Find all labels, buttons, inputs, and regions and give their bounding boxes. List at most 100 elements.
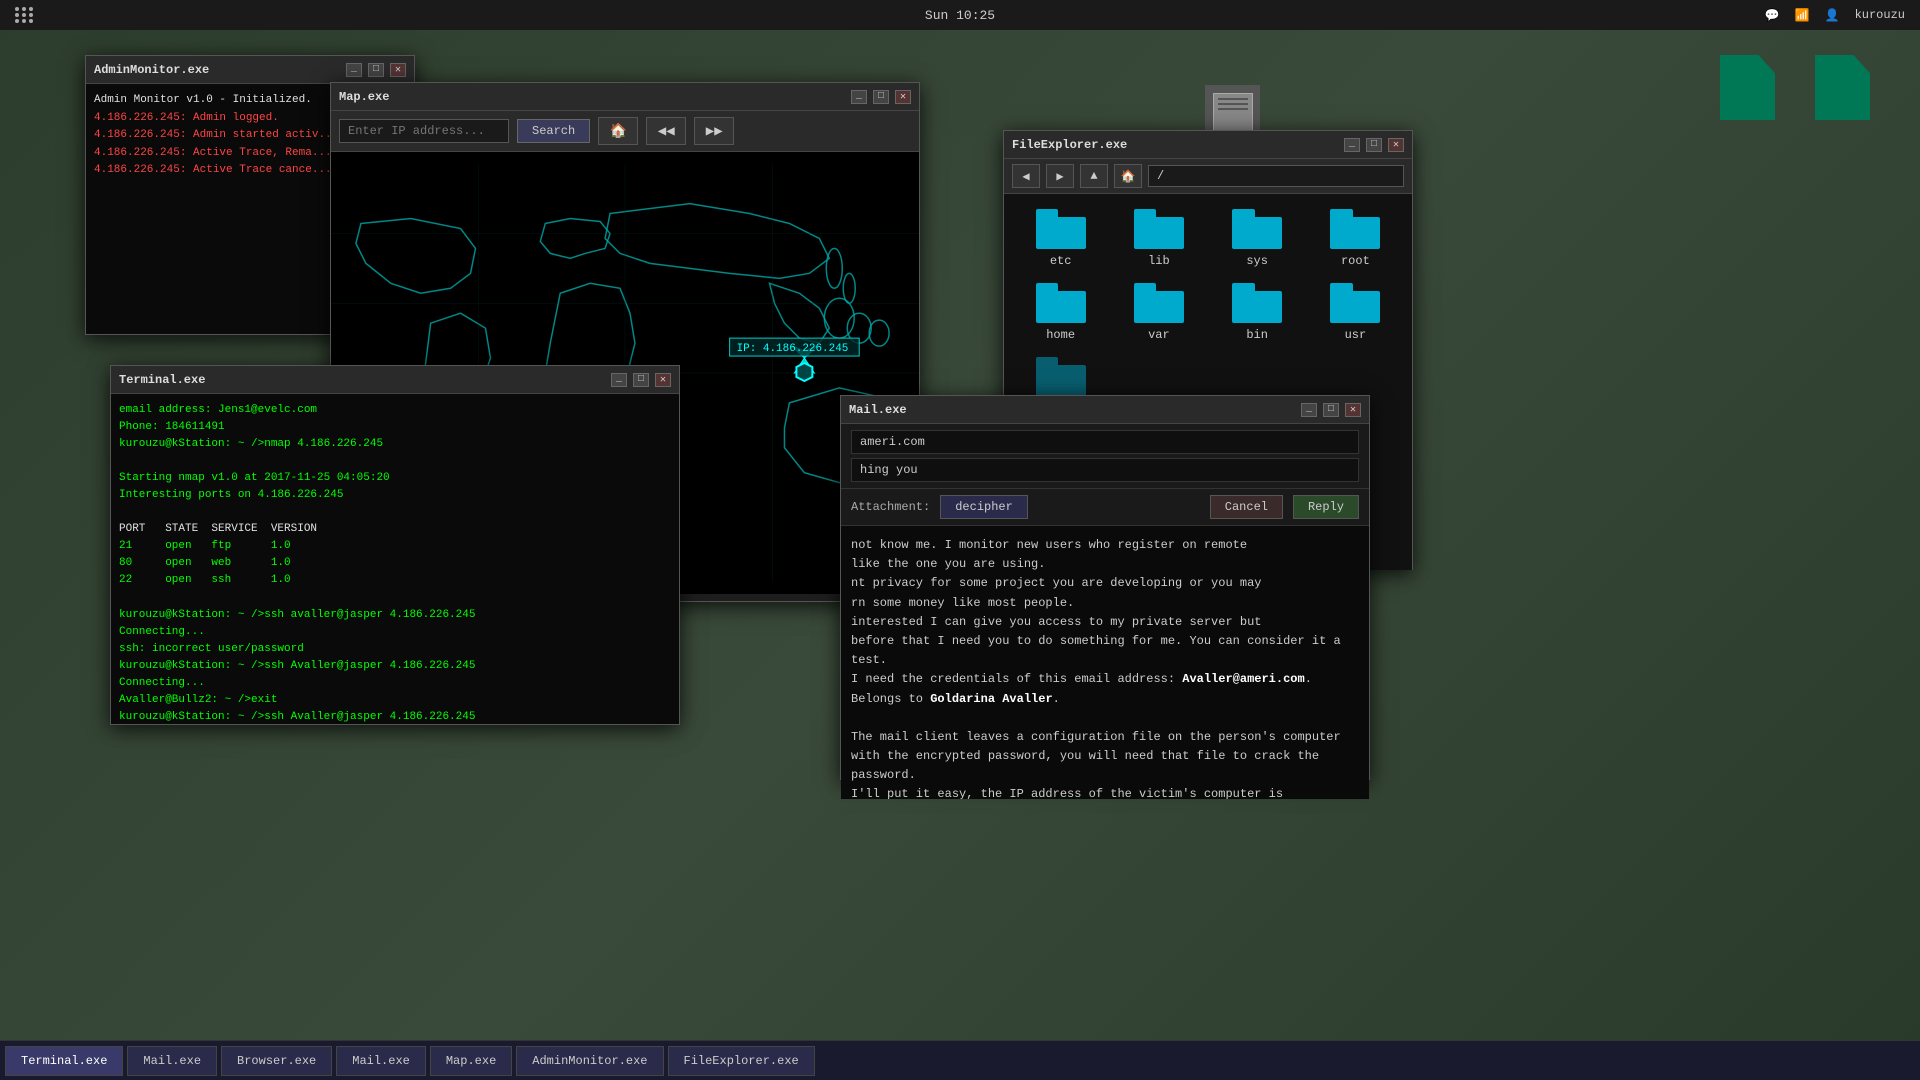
fe-folder-etc[interactable]: etc [1019, 209, 1102, 268]
fe-minimize-btn[interactable]: _ [1344, 138, 1360, 152]
map-maximize-btn[interactable]: □ [873, 90, 889, 104]
map-ip-input[interactable] [339, 119, 509, 143]
folder-icon-bin [1232, 283, 1282, 323]
fe-folder-root[interactable]: root [1314, 209, 1397, 268]
desktop-icon-2[interactable] [1815, 55, 1870, 120]
fe-folder-sys[interactable]: sys [1216, 209, 1299, 268]
fe-close-btn[interactable]: ✕ [1388, 138, 1404, 152]
fe-up-btn[interactable]: ▲ [1080, 164, 1108, 188]
svg-text:IP: 4.186.226.245: IP: 4.186.226.245 [737, 343, 849, 355]
t-line-9: kurouzu@kStation: ~ />ssh avaller@jasper… [119, 607, 671, 624]
folder-icon-home [1036, 283, 1086, 323]
mail-body-p5: The mail client leaves a configuration f… [851, 728, 1359, 786]
mail-title: Mail.exe [849, 403, 907, 417]
map-close-btn[interactable]: ✕ [895, 90, 911, 104]
decipher-btn[interactable]: decipher [940, 495, 1028, 519]
fe-folder-bin[interactable]: bin [1216, 283, 1299, 342]
fe-title: FileExplorer.exe [1012, 138, 1127, 152]
mail-maximize-btn[interactable]: □ [1323, 403, 1339, 417]
t-line-0: email address: Jens1@evelc.com [119, 402, 671, 419]
terminal-maximize-btn[interactable]: □ [633, 373, 649, 387]
fe-folder-partial[interactable] [1019, 357, 1102, 397]
mail-minimize-btn[interactable]: _ [1301, 403, 1317, 417]
taskbar-browser[interactable]: Browser.exe [221, 1046, 332, 1076]
topbar-right: 💬 📶 👤 kurouzu [1765, 8, 1905, 23]
mail-body-p1: not know me. I monitor new users who reg… [851, 536, 1359, 574]
terminal-content: email address: Jens1@evelc.com Phone: 18… [111, 394, 679, 724]
map-minimize-btn[interactable]: _ [851, 90, 867, 104]
t-line-5: PORT STATE SERVICE VERSION [119, 521, 671, 538]
folder-icon-var [1134, 283, 1184, 323]
taskbar-adminmonitor[interactable]: AdminMonitor.exe [516, 1046, 663, 1076]
fe-label-bin: bin [1246, 328, 1268, 342]
mail-window: Mail.exe _ □ ✕ Attachment: decipher Canc… [840, 395, 1370, 780]
map-controls: _ □ ✕ [851, 90, 911, 104]
mail-body-p3: interested I can give you access to my p… [851, 613, 1359, 671]
fe-controls: _ □ ✕ [1344, 138, 1404, 152]
fe-label-root: root [1341, 254, 1370, 268]
map-titlebar: Map.exe _ □ ✕ [331, 83, 919, 111]
folder-icon-partial [1036, 357, 1086, 397]
app-grid-btn[interactable] [15, 7, 34, 23]
attachment-label: Attachment: [851, 500, 930, 514]
terminal-minimize-btn[interactable]: _ [611, 373, 627, 387]
fe-folder-home[interactable]: home [1019, 283, 1102, 342]
terminal-controls: _ □ ✕ [611, 373, 671, 387]
fe-folder-var[interactable]: var [1117, 283, 1200, 342]
fe-label-var: var [1148, 328, 1170, 342]
folder-icon-root [1330, 209, 1380, 249]
fe-path-input[interactable] [1148, 165, 1404, 187]
mail-action-toolbar: Attachment: decipher Cancel Reply [841, 489, 1369, 526]
terminal-title: Terminal.exe [119, 373, 205, 387]
admin-minimize-btn[interactable]: _ [346, 63, 362, 77]
reply-btn[interactable]: Reply [1293, 495, 1359, 519]
fe-label-sys: sys [1246, 254, 1268, 268]
fe-forward-btn[interactable]: ▶ [1046, 164, 1074, 188]
terminal-close-btn[interactable]: ✕ [655, 373, 671, 387]
desktop: Sun 10:25 💬 📶 👤 kurouzu Notepad A [0, 0, 1920, 1080]
map-title: Map.exe [339, 90, 389, 104]
notification-icon[interactable]: 💬 [1765, 8, 1780, 23]
map-back-btn[interactable]: ◀◀ [646, 117, 686, 145]
taskbar-mail2[interactable]: Mail.exe [336, 1046, 426, 1076]
t-line-6: 21 open ftp 1.0 [119, 538, 671, 555]
taskbar-fileexplorer[interactable]: FileExplorer.exe [668, 1046, 815, 1076]
cancel-btn[interactable]: Cancel [1210, 495, 1283, 519]
user-icon: 👤 [1825, 8, 1840, 23]
t-line-11: ssh: incorrect user/password [119, 641, 671, 658]
admin-controls: _ □ ✕ [346, 63, 406, 77]
taskbar-terminal[interactable]: Terminal.exe [5, 1046, 123, 1076]
t-line-14: Avaller@Bullz2: ~ />exit [119, 692, 671, 709]
map-forward-btn[interactable]: ▶▶ [694, 117, 734, 145]
taskbar-map[interactable]: Map.exe [430, 1046, 512, 1076]
map-home-btn[interactable]: 🏠 [598, 117, 638, 145]
mail-body: not know me. I monitor new users who reg… [841, 526, 1369, 799]
mail-titlebar: Mail.exe _ □ ✕ [841, 396, 1369, 424]
admin-maximize-btn[interactable]: □ [368, 63, 384, 77]
topbar: Sun 10:25 💬 📶 👤 kurouzu [0, 0, 1920, 30]
wifi-icon: 📶 [1795, 8, 1810, 23]
admin-titlebar: AdminMonitor.exe _ □ ✕ [86, 56, 414, 84]
taskbar-mail1[interactable]: Mail.exe [127, 1046, 217, 1076]
folder-icon-sys [1232, 209, 1282, 249]
fe-back-btn[interactable]: ◀ [1012, 164, 1040, 188]
t-line-8: 22 open ssh 1.0 [119, 572, 671, 589]
t-line-4: Interesting ports on 4.186.226.245 [119, 487, 671, 504]
fe-label-lib: lib [1148, 254, 1170, 268]
t-line-1: Phone: 184611491 [119, 419, 671, 436]
fe-home-btn[interactable]: 🏠 [1114, 164, 1142, 188]
file-icon-2 [1815, 55, 1870, 120]
fe-folder-lib[interactable]: lib [1117, 209, 1200, 268]
map-search-btn[interactable]: Search [517, 119, 590, 143]
t-line-7: 80 open web 1.0 [119, 555, 671, 572]
mail-controls: _ □ ✕ [1301, 403, 1361, 417]
mail-close-btn[interactable]: ✕ [1345, 403, 1361, 417]
admin-close-btn[interactable]: ✕ [390, 63, 406, 77]
mail-body-p4: I need the credentials of this email add… [851, 670, 1359, 708]
mail-to-field[interactable] [851, 430, 1359, 454]
fe-folder-usr[interactable]: usr [1314, 283, 1397, 342]
t-line-3: Starting nmap v1.0 at 2017-11-25 04:05:2… [119, 470, 671, 487]
desktop-icon-1[interactable] [1720, 55, 1775, 120]
mail-subject-field[interactable] [851, 458, 1359, 482]
fe-maximize-btn[interactable]: □ [1366, 138, 1382, 152]
